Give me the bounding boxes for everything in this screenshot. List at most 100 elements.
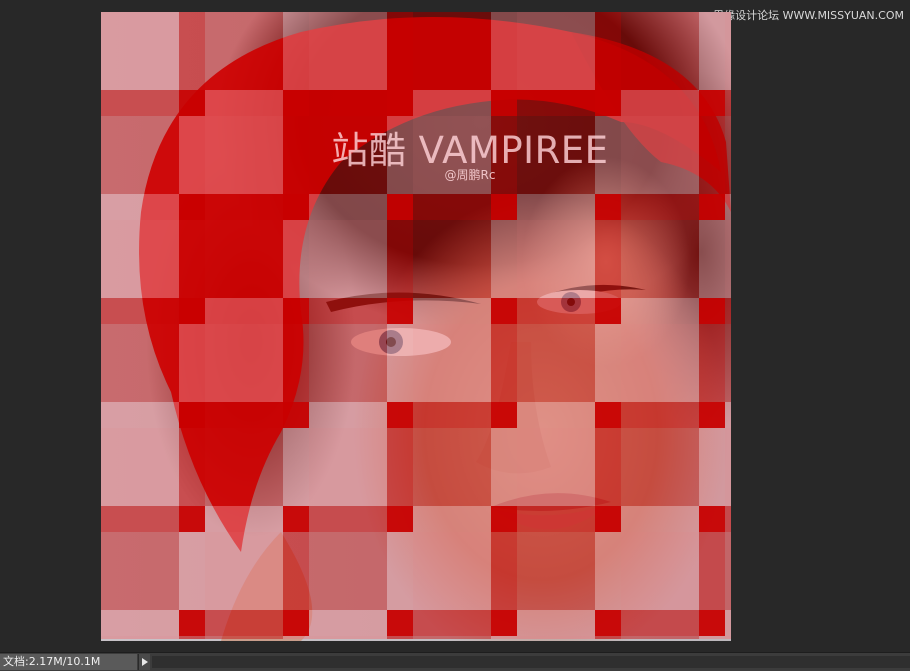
- mosaic-cell: [595, 12, 621, 90]
- mosaic-cell: [517, 324, 595, 402]
- mosaic-cell: [595, 428, 621, 506]
- mosaic-cell: [179, 324, 205, 402]
- mosaic-cell: [387, 506, 413, 532]
- mosaic-cell: [205, 194, 283, 220]
- mosaic-cell: [387, 12, 413, 90]
- mosaic-cell: [725, 90, 731, 116]
- mosaic-cell: [179, 220, 205, 298]
- mosaic-cell: [387, 220, 413, 298]
- mosaic-cell: [491, 220, 517, 298]
- mosaic-cell: [205, 402, 283, 428]
- mosaic-cell: [621, 12, 699, 90]
- mosaic-cell: [413, 90, 491, 116]
- mosaic-cell: [491, 90, 517, 116]
- mosaic-cell: [725, 506, 731, 532]
- canvas-subtitle-text: @周鹏Rc: [444, 168, 496, 182]
- mosaic-grid-overlay: [101, 12, 731, 639]
- mosaic-cell: [621, 402, 699, 428]
- mosaic-cell: [205, 220, 283, 298]
- mosaic-cell: [387, 428, 413, 506]
- mosaic-cell: [387, 610, 413, 636]
- mosaic-cell: [725, 402, 731, 428]
- document-size-info[interactable]: 文档:2.17M/10.1M: [0, 654, 137, 670]
- mosaic-cell: [517, 90, 595, 116]
- mosaic-cell: [283, 610, 309, 636]
- mosaic-cell: [283, 90, 309, 116]
- mosaic-cell: [517, 194, 595, 220]
- mosaic-cell: [101, 194, 179, 220]
- mosaic-cell: [621, 194, 699, 220]
- mosaic-cell: [699, 636, 725, 639]
- mosaic-cell: [283, 428, 309, 506]
- mosaic-cell: [101, 220, 179, 298]
- mosaic-cell: [309, 402, 387, 428]
- mosaic-cell: [517, 610, 595, 636]
- mosaic-cell: [387, 402, 413, 428]
- mosaic-cell: [725, 636, 731, 639]
- mosaic-cell: [621, 90, 699, 116]
- mosaic-cell: [179, 636, 205, 639]
- mosaic-cell: [413, 194, 491, 220]
- mosaic-cell: [101, 324, 179, 402]
- mosaic-cell: [595, 532, 621, 610]
- mosaic-cell: [517, 428, 595, 506]
- mosaic-cell: [491, 610, 517, 636]
- mosaic-cell: [309, 636, 387, 639]
- mosaic-cell: [699, 402, 725, 428]
- mosaic-cell: [387, 532, 413, 610]
- mosaic-cell: [205, 298, 283, 324]
- mosaic-cell: [725, 298, 731, 324]
- mosaic-cell: [595, 90, 621, 116]
- mosaic-cell: [725, 324, 731, 402]
- mosaic-cell: [101, 428, 179, 506]
- mosaic-cell: [517, 298, 595, 324]
- mosaic-cell: [179, 298, 205, 324]
- mosaic-cell: [725, 532, 731, 610]
- mosaic-cell: [387, 90, 413, 116]
- mosaic-cell: [387, 324, 413, 402]
- mosaic-cell: [179, 402, 205, 428]
- mosaic-cell: [205, 532, 283, 610]
- mosaic-cell: [621, 532, 699, 610]
- mosaic-cell: [205, 90, 283, 116]
- horizontal-scrollbar[interactable]: [152, 656, 910, 668]
- document-canvas[interactable]: 站酷 VAMPIREE @周鹏Rc: [101, 12, 731, 641]
- mosaic-cell: [387, 194, 413, 220]
- mosaic-cell: [309, 428, 387, 506]
- mosaic-cell: [179, 506, 205, 532]
- mosaic-cell: [101, 636, 179, 639]
- triangle-right-icon[interactable]: [138, 654, 150, 670]
- mosaic-cell: [413, 532, 491, 610]
- mosaic-cell: [309, 194, 387, 220]
- mosaic-cell: [283, 636, 309, 639]
- mosaic-cell: [179, 194, 205, 220]
- mosaic-cell: [309, 506, 387, 532]
- mosaic-cell: [387, 298, 413, 324]
- mosaic-cell: [283, 506, 309, 532]
- mosaic-cell: [725, 428, 731, 506]
- mosaic-cell: [595, 610, 621, 636]
- mosaic-cell: [309, 220, 387, 298]
- mosaic-cell: [699, 428, 725, 506]
- mosaic-cell: [595, 298, 621, 324]
- mosaic-cell: [283, 324, 309, 402]
- mosaic-cell: [699, 532, 725, 610]
- mosaic-cell: [699, 298, 725, 324]
- mosaic-cell: [595, 636, 621, 639]
- mosaic-cell: [517, 506, 595, 532]
- mosaic-cell: [101, 298, 179, 324]
- mosaic-cell: [413, 610, 491, 636]
- mosaic-cell: [309, 12, 387, 90]
- mosaic-cell: [699, 194, 725, 220]
- mosaic-cell: [205, 428, 283, 506]
- mosaic-cell: [205, 324, 283, 402]
- mosaic-cell: [205, 12, 283, 90]
- mosaic-cell: [491, 194, 517, 220]
- mosaic-cell: [699, 610, 725, 636]
- mosaic-cell: [517, 220, 595, 298]
- mosaic-cell: [179, 610, 205, 636]
- mosaic-cell: [621, 506, 699, 532]
- mosaic-cell: [517, 12, 595, 90]
- mosaic-cell: [621, 324, 699, 402]
- mosaic-cell: [725, 194, 731, 220]
